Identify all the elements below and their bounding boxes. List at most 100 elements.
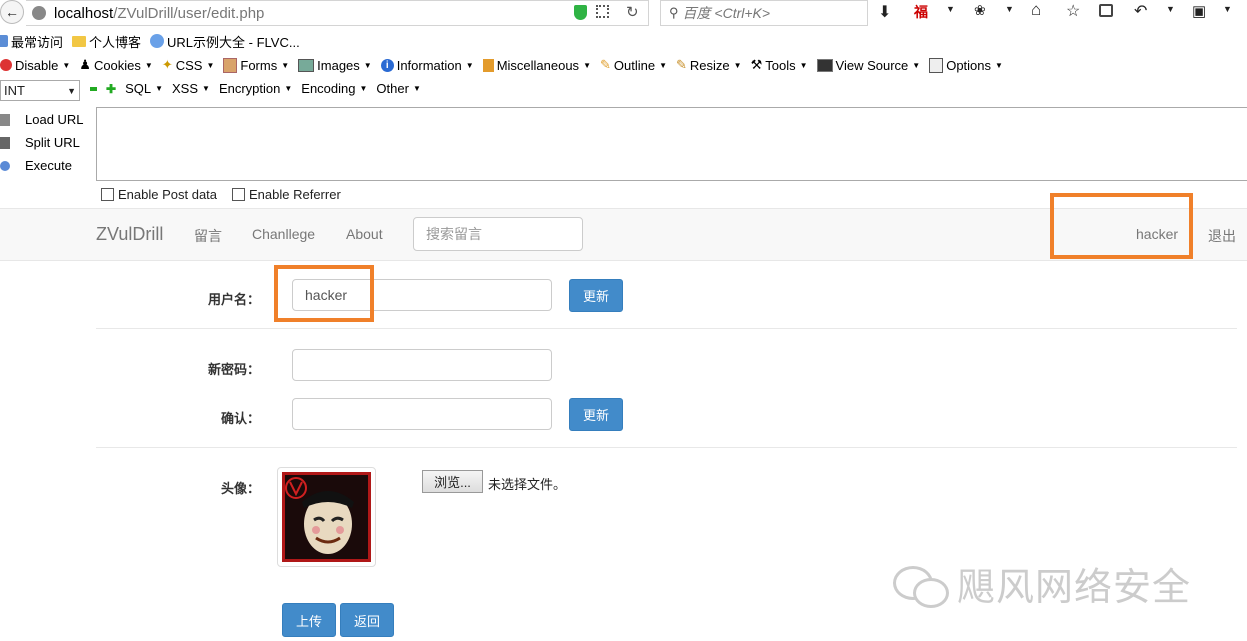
form-icon — [223, 57, 238, 73]
watermark: 飓风网络安全 — [893, 556, 1191, 611]
disable-icon — [0, 59, 12, 71]
execute-button[interactable]: Execute — [0, 154, 72, 177]
bookmark-most-visited[interactable]: 最常访问 — [0, 32, 63, 51]
hackbar-encryption[interactable]: Encryption ▼ — [219, 81, 292, 96]
update-password-button[interactable]: 更新 — [569, 398, 623, 431]
back-icon[interactable]: ← — [0, 0, 24, 24]
bookmark-url-examples[interactable]: URL示例大全 - FLVC... — [150, 32, 300, 51]
qrcode-icon[interactable] — [596, 5, 609, 18]
enable-post-checkbox[interactable]: Enable Post data — [101, 187, 217, 202]
hackbar-xss[interactable]: XSS ▼ — [172, 81, 210, 96]
folder-icon — [72, 35, 87, 47]
site-brand[interactable]: ZVulDrill — [96, 224, 163, 245]
hackbar-other[interactable]: Other ▼ — [376, 81, 420, 96]
confirm-password-input[interactable] — [292, 398, 552, 430]
webdev-options[interactable]: Options ▼ — [929, 57, 1003, 73]
webdev-disable[interactable]: Disable ▼ — [0, 58, 70, 73]
info-icon: i — [380, 58, 394, 72]
webdev-view-source[interactable]: View Source ▼ — [816, 58, 920, 73]
avatar — [277, 467, 376, 567]
search-icon: ⚲ — [669, 5, 679, 20]
new-password-label: 新密码： — [207, 362, 260, 377]
avatar-label: 头像： — [220, 481, 260, 496]
enable-referrer-checkbox[interactable]: Enable Referrer — [232, 187, 341, 202]
search-field[interactable]: ⚲ 百度 <Ctrl+K> — [660, 0, 868, 26]
highlight-box-username — [274, 265, 374, 322]
url-host: localhost — [54, 4, 114, 22]
highlight-box-user — [1050, 193, 1193, 259]
dropdown-icon[interactable]: ▼ — [946, 4, 955, 14]
ruler-icon: ✎ — [676, 57, 687, 72]
webdev-forms[interactable]: Forms ▼ — [223, 57, 289, 73]
back-button[interactable]: 返回 — [340, 603, 394, 637]
nav-about[interactable]: About — [346, 226, 383, 242]
hackbar-select-value: INT — [4, 83, 25, 98]
username-label: 用户名： — [207, 292, 260, 307]
pencil-icon: ✎ — [599, 57, 611, 72]
new-password-input[interactable] — [292, 349, 552, 381]
search-placeholder: 百度 <Ctrl+K> — [682, 5, 771, 21]
home-icon[interactable]: ⌂ — [1031, 0, 1041, 20]
webdev-cookies[interactable]: ♟ Cookies ▼ — [79, 57, 153, 73]
nav-logout[interactable]: 退出 — [1208, 226, 1236, 246]
browse-file-button[interactable]: 浏览... — [422, 470, 483, 493]
options-icon — [929, 57, 944, 73]
dropdown-icon[interactable]: ▼ — [1166, 4, 1175, 14]
split-icon — [0, 136, 10, 149]
increase-icon[interactable]: ✚ — [106, 82, 116, 96]
webdev-tools[interactable]: ⚒ Tools ▼ — [751, 57, 808, 73]
hackbar-select[interactable]: INT ▼ — [0, 80, 80, 101]
hackbar-url-textarea[interactable] — [96, 107, 1247, 181]
hackbar-actions: Load URL Split URL Execute — [0, 108, 92, 177]
url-path: /ZVulDrill/user/edit.php — [113, 4, 265, 22]
webdev-images[interactable]: Images ▼ — [298, 58, 372, 73]
dropdown-icon[interactable]: ▼ — [1223, 4, 1232, 14]
crop-icon[interactable]: ▣ — [1192, 2, 1206, 20]
load-icon — [0, 113, 10, 126]
webdev-outline[interactable]: ✎ Outline ▼ — [600, 57, 667, 73]
wand-icon: ✦ — [161, 57, 173, 72]
url-bar[interactable]: localhost/ZVulDrill/user/edit.php ↻ — [26, 0, 649, 26]
nav-message[interactable]: 留言 — [194, 226, 222, 246]
webdev-resize[interactable]: ✎ Resize ▼ — [676, 57, 742, 73]
wechat-icon — [893, 562, 949, 608]
update-username-button[interactable]: 更新 — [569, 279, 623, 312]
browser-nav-bar: ← localhost/ZVulDrill/user/edit.php ↻ ⚲ … — [0, 0, 1247, 26]
hackbar-encoding[interactable]: Encoding ▼ — [301, 81, 367, 96]
split-url-button[interactable]: Split URL — [0, 131, 80, 154]
reload-icon[interactable]: ↻ — [626, 3, 639, 21]
divider — [96, 328, 1237, 329]
globe-icon — [150, 34, 165, 48]
execute-icon — [0, 160, 10, 171]
load-url-button[interactable]: Load URL — [0, 108, 84, 131]
download-icon[interactable]: ⬇ — [878, 2, 891, 22]
image-icon — [298, 58, 315, 72]
vendetta-mask-image — [282, 472, 371, 562]
decrease-icon[interactable] — [90, 86, 97, 91]
hackbar-menus: ✚ SQL ▼ XSS ▼ Encryption ▼ Encoding ▼ Other ▼ — [90, 81, 421, 96]
checkbox-box — [232, 188, 245, 201]
dropdown-icon[interactable]: ▼ — [1005, 4, 1014, 14]
shield-icon[interactable] — [574, 5, 587, 20]
no-file-text: 未选择文件。 — [488, 477, 567, 492]
site-search-input[interactable]: 搜索留言 — [413, 217, 583, 251]
misc-icon — [482, 58, 494, 72]
webdev-css[interactable]: ✦ CSS ▼ — [162, 57, 215, 73]
webdev-information[interactable]: i Information ▼ — [380, 58, 474, 73]
webdev-toolbar: Disable ▼ ♟ Cookies ▼ ✦ CSS ▼ Forms ▼ Images ▼ … — [0, 55, 1247, 75]
upload-button[interactable]: 上传 — [282, 603, 336, 637]
globe-icon — [32, 6, 46, 20]
star-icon[interactable]: ☆ — [1066, 1, 1080, 21]
bug-addon-icon[interactable]: ❀ — [974, 2, 986, 19]
checkbox-box — [101, 188, 114, 201]
webdev-misc[interactable]: Miscellaneous ▼ — [482, 58, 591, 73]
reader-icon[interactable] — [1099, 4, 1113, 17]
nav-challenge[interactable]: Chanllege — [252, 226, 315, 242]
fu-addon-icon[interactable]: 福 — [914, 2, 928, 22]
chevron-down-icon: ▼ — [67, 85, 76, 96]
gear-icon — [0, 35, 8, 47]
undo-icon[interactable]: ↶ — [1134, 1, 1147, 21]
hackbar-sql[interactable]: SQL ▼ — [125, 81, 163, 96]
bookmark-blog[interactable]: 个人博客 — [72, 32, 141, 51]
tools-icon: ⚒ — [750, 57, 763, 72]
